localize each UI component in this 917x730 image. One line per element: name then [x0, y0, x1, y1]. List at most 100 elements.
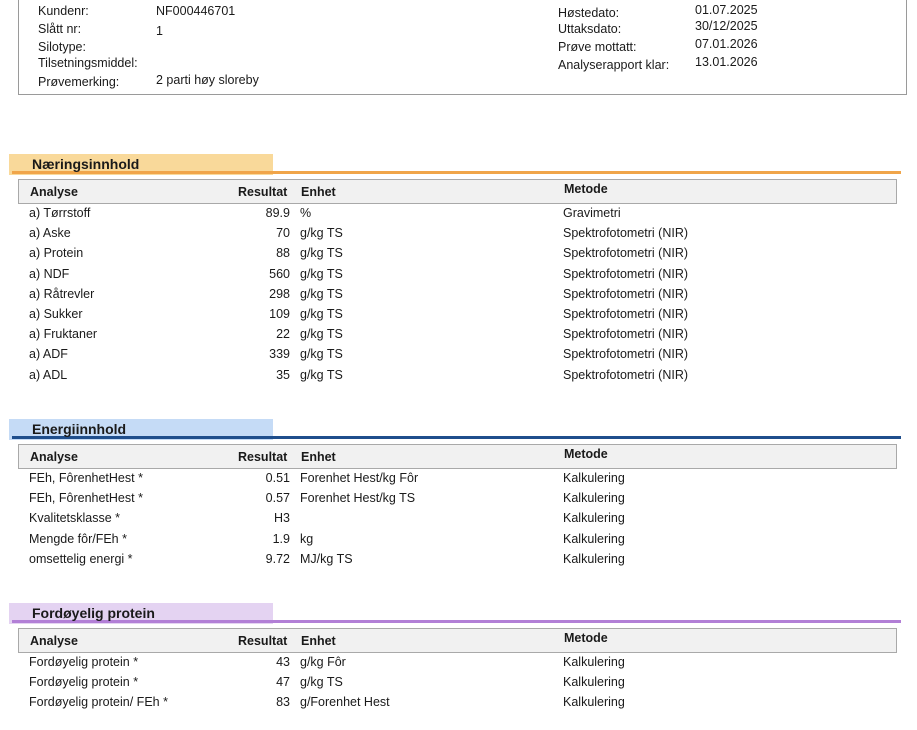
section-underline: [12, 171, 901, 174]
cell-resultat: 88: [276, 246, 290, 261]
cell-resultat: 109: [269, 307, 290, 321]
cell-resultat: 0.57: [265, 491, 290, 506]
cell-resultat: 35: [276, 367, 290, 382]
info-label: Prøve mottatt:: [558, 40, 637, 54]
cell-enhet: Forenhet Hest/kg TS: [300, 491, 416, 506]
cell-enhet: g/kg TS: [300, 327, 343, 342]
info-value: 1: [156, 24, 163, 38]
cell-metode: Spektrofotometri (NIR): [563, 246, 689, 261]
info-value-kundenr: NF000446701: [156, 4, 235, 18]
cell-metode: Spektrofotometri (NIR): [563, 307, 689, 321]
info-label: Kundenr:: [38, 4, 89, 18]
info-value: 07.01.2026: [695, 37, 758, 51]
table-header: Analyse Resultat Enhet Metode: [18, 444, 897, 469]
cell-resultat: 47: [276, 675, 290, 690]
cell-analyse: a) Tørrstoff: [29, 206, 91, 220]
info-label: Silotype:: [38, 40, 86, 54]
info-value-slatt: 1: [156, 24, 163, 38]
cell-metode: Kalkulering: [563, 531, 625, 546]
cell-metode: Kalkulering: [563, 471, 625, 485]
info-value: 13.01.2026: [695, 55, 758, 69]
table-row: a) Aske 70 g/kg TS Spektrofotometri (NIR): [18, 224, 897, 244]
cell-analyse: omsettelig energi *: [29, 551, 133, 566]
info-right-0: Høstedato:: [558, 6, 619, 20]
table-row: Kvalitetsklasse * H3 Kalkulering: [18, 509, 897, 529]
cell-enhet: MJ/kg TS: [300, 551, 353, 566]
cell-resultat: 298: [269, 286, 290, 301]
column-header-analyse: Analyse: [30, 185, 78, 199]
cell-enhet: g/kg TS: [300, 266, 343, 281]
column-header-resultat: Resultat: [238, 634, 288, 648]
column-header-enhet: Enhet: [301, 185, 336, 199]
cell-enhet: g/kg TS: [300, 307, 343, 321]
cell-metode: Spektrofotometri (NIR): [563, 266, 689, 281]
cell-analyse: Fordøyelig protein/ FEh *: [29, 695, 168, 710]
cell-enhet: g/kg TS: [300, 226, 343, 241]
cell-metode: Spektrofotometri (NIR): [563, 327, 689, 342]
cell-analyse: a) Sukker: [29, 307, 83, 321]
cell-analyse: Fordøyelig protein *: [29, 675, 139, 690]
table-row: a) ADL 35 g/kg TS Spektrofotometri (NIR): [18, 366, 897, 386]
cell-metode: Spektrofotometri (NIR): [563, 347, 689, 362]
cell-analyse: a) Protein: [29, 246, 84, 261]
cell-enhet: g/Forenhet Hest: [300, 695, 390, 710]
cell-resultat: 70: [276, 226, 290, 241]
cell-metode: Spektrofotometri (NIR): [563, 286, 689, 301]
cell-enhet: g/kg TS: [300, 347, 343, 362]
table-row: FEh, FôrenhetHest * 0.57 Forenhet Hest/kg …: [18, 489, 897, 509]
cell-resultat: 1.9: [272, 531, 290, 546]
info-value: 2 parti høy sloreby: [156, 73, 259, 87]
info-value-provemerking: 2 parti høy sloreby: [156, 73, 259, 87]
info-label: Analyserapport klar:: [558, 58, 670, 72]
cell-enhet: %: [300, 206, 312, 220]
cell-resultat: 89.9: [265, 206, 290, 220]
cell-metode: Spektrofotometri (NIR): [563, 226, 689, 241]
info-label: Høstedato:: [558, 6, 620, 20]
cell-metode: Kalkulering: [563, 695, 625, 710]
table-row: Mengde fôr/FEh * 1.9 kg Kalkulering: [18, 530, 897, 550]
info-left-1: Slått nr:: [38, 22, 81, 36]
cell-enhet: g/kg TS: [300, 246, 343, 261]
info-left-2: Silotype:: [38, 40, 86, 54]
column-header-analyse: Analyse: [30, 450, 78, 464]
cell-analyse: Fordøyelig protein *: [29, 655, 139, 669]
info-value: NF000446701: [156, 4, 236, 18]
info-label: Prøvemerking:: [38, 75, 120, 89]
column-header-metode: Metode: [564, 631, 608, 645]
table-row: FEh, FôrenhetHest * 0.51 Forenhet Hest/kg …: [18, 469, 897, 489]
table-row: Fordøyelig protein * 43 g/kg Fôr Kalkulerin…: [18, 653, 897, 673]
column-header-resultat: Resultat: [238, 185, 288, 199]
cell-analyse: a) Råtrevler: [29, 286, 95, 301]
info-label: Tilsetningsmiddel:: [38, 56, 138, 70]
table-row: a) Tørrstoff 89.9% Gravimetri: [18, 204, 897, 224]
table-row: a) Råtrevler 298 g/kg TS Spektrofotometri (…: [18, 285, 897, 305]
table-row: Fordøyelig protein * 47 g/kg TS Kalkulering: [18, 673, 897, 693]
info-right-2: Prøve mottatt:: [558, 40, 637, 54]
cell-enhet: kg: [300, 531, 314, 546]
cell-metode: Kalkulering: [563, 675, 625, 690]
column-header-metode: Metode: [564, 182, 608, 196]
cell-analyse: Mengde fôr/FEh *: [29, 531, 127, 546]
cell-metode: Gravimetri: [563, 206, 621, 220]
section-title: Energiinnhold: [32, 421, 127, 437]
cell-analyse: FEh, FôrenhetHest *: [29, 491, 143, 506]
cell-analyse: a) Aske: [29, 226, 71, 241]
cell-enhet: g/kg TS: [300, 286, 343, 301]
cell-analyse: FEh, FôrenhetHest *: [29, 471, 143, 485]
info-label: Uttaksdato:: [558, 22, 622, 36]
cell-metode: Kalkulering: [563, 655, 625, 669]
section-underline: [12, 436, 901, 439]
column-header-enhet: Enhet: [301, 634, 336, 648]
cell-resultat: 43: [276, 655, 290, 669]
cell-enhet: Forenhet Hest/kg Fôr: [300, 471, 419, 485]
cell-metode: Spektrofotometri (NIR): [563, 367, 689, 382]
sample-info-box: Kundenr: NF000446701 Slått nr: 1 Silotyp…: [18, 0, 907, 95]
cell-resultat: 9.72: [265, 551, 290, 566]
info-right-1: Uttaksdato:: [558, 22, 621, 36]
cell-resultat: 0.51: [265, 471, 290, 485]
cell-analyse: a) ADL: [29, 367, 68, 382]
info-value: 01.07.2025: [695, 3, 758, 17]
table-row: a) Protein 88 g/kg TS Spektrofotometri (NIR…: [18, 244, 897, 264]
info-left-3: Tilsetningsmiddel:: [38, 56, 138, 70]
column-header-resultat: Resultat: [238, 450, 288, 464]
